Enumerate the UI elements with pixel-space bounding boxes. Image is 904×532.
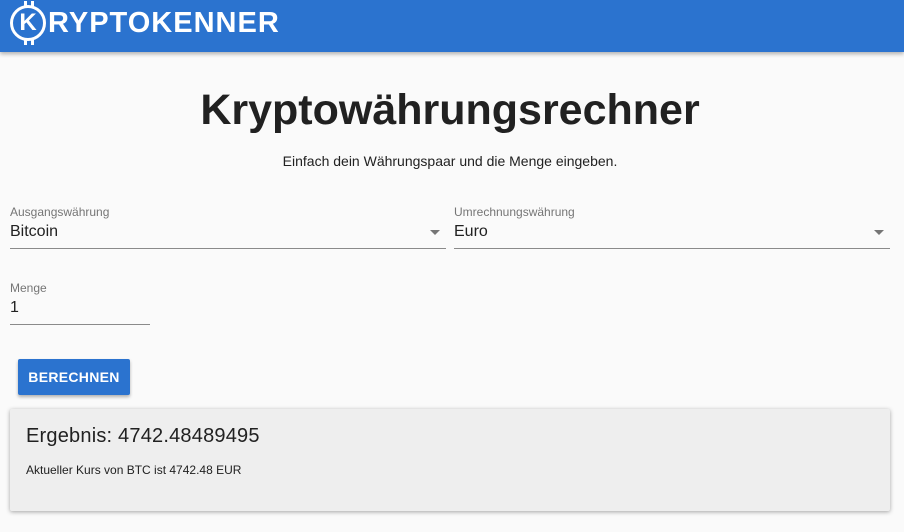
logo-text: RYPTOKENNER (48, 6, 280, 39)
page-title: Kryptowährungsrechner (200, 86, 700, 134)
amount-field[interactable]: Menge 1 (10, 281, 150, 325)
dropdown-arrow-icon[interactable] (430, 230, 440, 235)
logo-letter: K (19, 9, 37, 36)
source-currency-select[interactable]: Ausgangswährung Bitcoin (10, 205, 446, 249)
result-card: Ergebnis: 4742.48489495 Aktueller Kurs v… (10, 409, 890, 511)
exchange-rate-note: Aktueller Kurs von BTC ist 4742.48 EUR (26, 463, 242, 477)
target-currency-select[interactable]: Umrechnungswährung Euro (454, 205, 890, 249)
result-title: Ergebnis: 4742.48489495 (26, 425, 260, 447)
target-currency-text: Euro (454, 223, 488, 240)
amount-label: Menge (10, 281, 47, 295)
amount-input[interactable]: 1 (10, 295, 150, 325)
top-app-bar: K RYPTOKENNER (0, 0, 904, 52)
kryptokenner-logo[interactable]: K RYPTOKENNER (10, 1, 280, 45)
logo-coin-icon: K (10, 1, 46, 45)
target-currency-label: Umrechnungswährung (454, 205, 575, 219)
page-subtitle: Einfach dein Währungspaar und die Menge … (282, 153, 618, 169)
source-currency-label: Ausgangswährung (10, 205, 110, 219)
target-currency-value[interactable]: Euro (454, 219, 890, 249)
dropdown-arrow-icon[interactable] (874, 230, 884, 235)
calculate-button[interactable]: BERECHNEN (18, 359, 130, 395)
source-currency-text: Bitcoin (10, 223, 59, 240)
source-currency-value[interactable]: Bitcoin (10, 219, 446, 249)
